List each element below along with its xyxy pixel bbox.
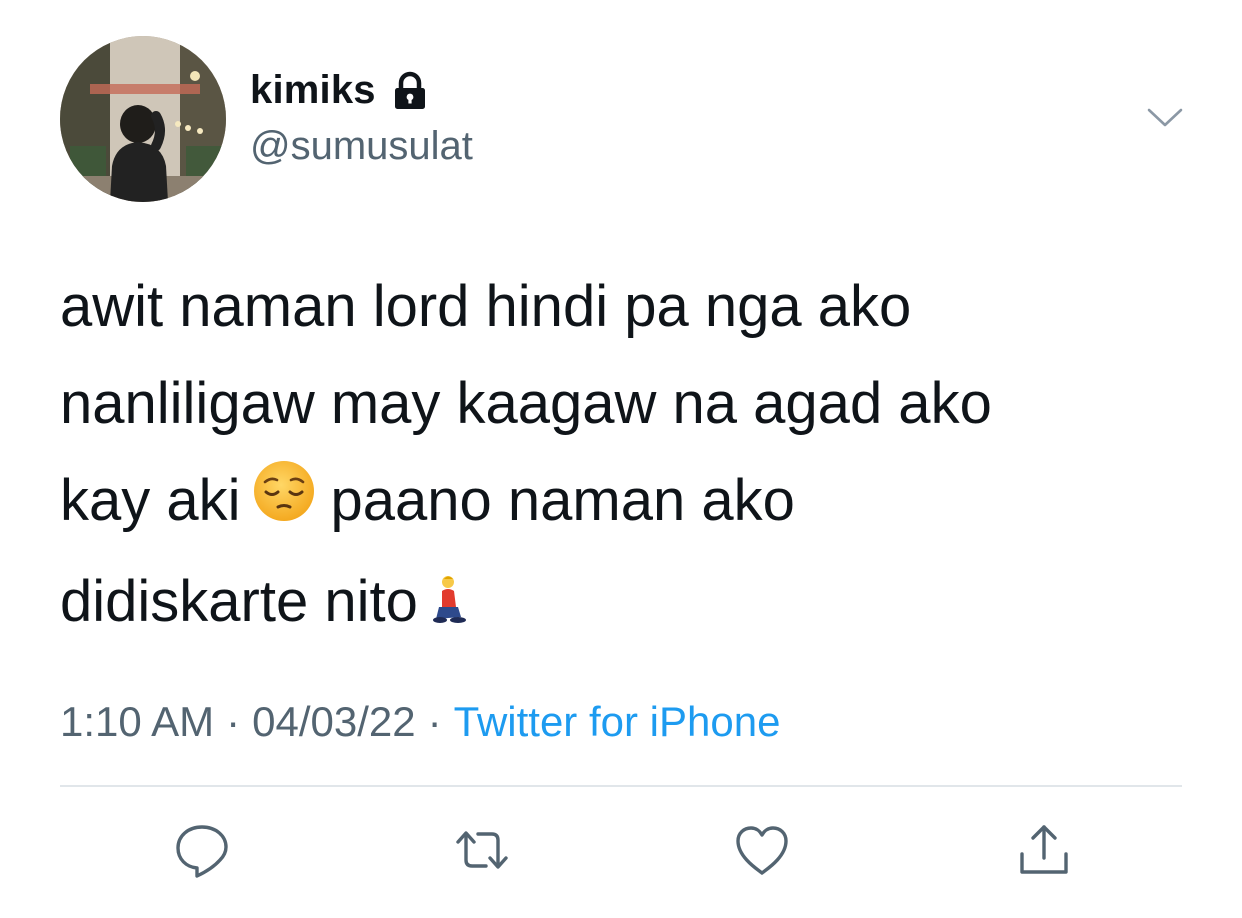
tweet-line: awit naman lord hindi pa nga ako [60, 274, 912, 339]
tweet-time: 1:10 AM [60, 698, 215, 745]
reply-icon[interactable] [170, 818, 234, 882]
tweet-meta: 1:10 AM · 04/03/22 · Twitter for iPhone [60, 698, 780, 746]
divider [60, 785, 1182, 787]
share-icon[interactable] [1012, 818, 1076, 882]
tweet-line-text: kay aki [60, 468, 241, 533]
chevron-down-icon[interactable] [1146, 106, 1184, 130]
tweet-source-link[interactable]: Twitter for iPhone [454, 698, 781, 745]
tweet-line: kay aki paano naman ako [60, 452, 1180, 553]
like-icon[interactable] [730, 818, 794, 882]
tweet-date: 04/03/22 [252, 698, 416, 745]
tweet-card: kimiks @sumusulat awit naman lord hindi … [0, 0, 1242, 918]
display-name-text: kimiks [250, 68, 376, 112]
lock-icon [390, 71, 430, 111]
tweet-line: nanliligaw may kaagaw na agad ako [60, 371, 992, 436]
tweet-line-text: paano naman ako [330, 468, 795, 533]
user-handle[interactable]: @sumusulat [250, 124, 473, 169]
avatar[interactable] [60, 36, 226, 202]
display-name[interactable]: kimiks [250, 68, 430, 113]
pensive-face-emoji [251, 456, 317, 553]
tweet-line: didiskarte nito [60, 553, 1180, 654]
action-bar [0, 818, 1242, 882]
tweet-line-text: didiskarte nito [60, 569, 418, 635]
tweet-text: awit naman lord hindi pa nga ako nanlili… [60, 258, 1180, 654]
person-kneeling-emoji [428, 557, 468, 654]
meta-separator: · [427, 698, 442, 745]
meta-separator: · [226, 698, 241, 745]
retweet-icon[interactable] [450, 818, 514, 882]
